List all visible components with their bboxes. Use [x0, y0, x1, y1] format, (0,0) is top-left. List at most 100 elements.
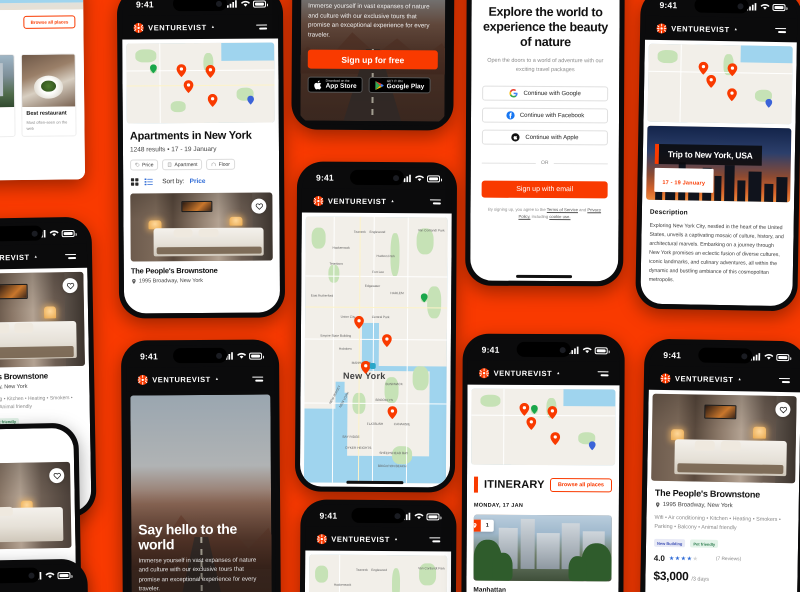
- menu-button[interactable]: [429, 198, 441, 204]
- map-pin[interactable]: [698, 61, 709, 75]
- filter-chip-price[interactable]: Price: [130, 159, 159, 171]
- trip-map[interactable]: [647, 43, 793, 125]
- map-poi-marker[interactable]: [370, 363, 377, 370]
- brand-logo[interactable]: VENTUREVIST ▴: [316, 533, 397, 545]
- map-pin[interactable]: [706, 74, 717, 88]
- listing-photo[interactable]: [0, 271, 85, 369]
- itinerary-heading: ITINERARY: [483, 478, 545, 492]
- sort-value[interactable]: Price: [190, 178, 206, 185]
- map-pin[interactable]: [726, 88, 737, 102]
- continue-with-apple-button[interactable]: Continue with Apple: [481, 129, 608, 146]
- itinerary-stop-photo[interactable]: 1: [473, 514, 612, 582]
- brand-logo[interactable]: VENTUREVIST ▴: [479, 367, 560, 378]
- map-pin-poi[interactable]: [247, 96, 255, 106]
- menu-button[interactable]: [597, 370, 609, 376]
- legal-mid: and: [577, 207, 588, 213]
- map-label: BAY RIDGE: [342, 434, 360, 439]
- map-pin[interactable]: [183, 79, 194, 93]
- listing-photo[interactable]: [0, 461, 72, 551]
- venturevist-logo-icon: [656, 22, 667, 34]
- camera-notch: [0, 225, 43, 242]
- listing-photo[interactable]: [130, 192, 273, 262]
- list-view-icon[interactable]: [144, 177, 153, 186]
- menu-button[interactable]: [429, 536, 441, 542]
- map-pin[interactable]: [547, 406, 557, 420]
- camera-notch: [351, 507, 406, 524]
- map-pin[interactable]: [205, 65, 216, 79]
- brand-logo[interactable]: VENTUREVIST ▴: [313, 195, 394, 207]
- map-pin[interactable]: [354, 315, 364, 329]
- filter-chip-floor[interactable]: Floor: [206, 158, 236, 170]
- listing-photo[interactable]: [651, 393, 797, 484]
- brand-logo[interactable]: VENTUREVIST ▴: [660, 372, 741, 384]
- map-pin-park[interactable]: [420, 293, 429, 303]
- terms-link[interactable]: Terms of Service: [547, 207, 578, 212]
- map-label: BROOKLYN: [375, 397, 393, 402]
- itinerary-body: ITINERARY Browse all places MONDAY, 17 J…: [466, 384, 620, 592]
- menu-button[interactable]: [775, 27, 787, 33]
- map-pin-park[interactable]: [531, 405, 539, 415]
- map-pin-icon: [698, 61, 709, 75]
- map-pin[interactable]: [382, 334, 393, 348]
- itinerary-stop-title: Manhattan: [473, 586, 506, 592]
- signup-with-email-button[interactable]: Sign up with email: [481, 180, 608, 199]
- apple-icon: [511, 133, 521, 142]
- brand-logo[interactable]: VENTUREVIST ▴: [0, 251, 37, 263]
- map-label: Van Cortlandt Park: [417, 227, 445, 233]
- brand-logo[interactable]: VENTUREVIST ▴: [656, 22, 737, 34]
- place-card-title: for Lviv: [0, 111, 10, 117]
- map-pin[interactable]: [727, 63, 737, 77]
- cookie-link[interactable]: cookie use.: [549, 214, 570, 219]
- battery-icon: [776, 353, 790, 361]
- map-pin-poi[interactable]: [765, 99, 773, 109]
- google-play-button[interactable]: GET IT ON Google Play: [368, 77, 431, 94]
- menu-button[interactable]: [778, 377, 790, 383]
- map-label: BUSHWICK: [385, 381, 403, 387]
- battery-icon: [426, 512, 440, 520]
- signup-free-button[interactable]: Sign up for free: [307, 49, 438, 70]
- brand-logo[interactable]: VENTUREVIST ▴: [133, 21, 214, 33]
- floor-icon: [212, 162, 216, 167]
- map-pin[interactable]: [207, 93, 218, 107]
- place-card[interactable]: for Lviv seen on: [0, 54, 16, 138]
- app-store-button[interactable]: Download on the App Store: [307, 76, 363, 94]
- map-label: Englewood: [369, 230, 386, 235]
- sort-label: Sort by:: [162, 178, 185, 186]
- map-label: Hoboken: [338, 347, 352, 352]
- map-pin-icon: [176, 63, 187, 77]
- map-pin[interactable]: [549, 432, 560, 446]
- app-navbar: VENTUREVIST ▴: [644, 15, 798, 43]
- place-card[interactable]: Best restaurant Most often-seen on the w…: [20, 53, 77, 137]
- filter-chip-apartment[interactable]: Apartment: [162, 158, 203, 171]
- continue-with-facebook-button[interactable]: Continue with Facebook: [481, 107, 609, 124]
- page-title: Apartments in New York: [129, 129, 252, 143]
- trip-description: Exploring New York City, nestled in the …: [648, 222, 784, 283]
- brand-trademark: ▴: [215, 375, 219, 381]
- listing-detail-body: The People's Brownstone 1995 Broadway, N…: [644, 389, 800, 592]
- map-pin-park[interactable]: [149, 64, 157, 74]
- fullscreen-map[interactable]: Teaneck Englewood Hackensack Hudson Park…: [308, 554, 448, 592]
- fullscreen-map[interactable]: Teaneck Englewood Hackensack Hudson Park…: [303, 216, 448, 484]
- legal-prefix: By signing up, you agree to the: [487, 206, 547, 213]
- map-pin[interactable]: [526, 416, 537, 430]
- browse-all-places-button[interactable]: Browse all places: [549, 478, 613, 493]
- map-pin[interactable]: [176, 63, 187, 77]
- brand-logo[interactable]: VENTUREVIST ▴: [137, 373, 218, 385]
- browse-all-places-button[interactable]: Browse all places: [23, 15, 76, 29]
- map-pin-poi[interactable]: [588, 441, 596, 451]
- results-map[interactable]: [126, 42, 275, 124]
- map-pin[interactable]: [519, 403, 530, 417]
- menu-button[interactable]: [252, 376, 264, 382]
- app-navbar: VENTUREVIST ▴: [126, 366, 275, 392]
- menu-button[interactable]: [256, 24, 268, 30]
- battery-icon: [772, 3, 786, 11]
- grid-view-icon[interactable]: [130, 177, 139, 186]
- continue-with-google-button[interactable]: Continue with Google: [482, 85, 609, 102]
- camera-notch: [349, 169, 405, 186]
- poster-canvas: E Browse all places places: [0, 0, 800, 592]
- itinerary-map[interactable]: [471, 388, 616, 466]
- favorite-button[interactable]: [251, 198, 267, 214]
- menu-button[interactable]: [65, 253, 77, 259]
- map-pin[interactable]: [387, 406, 398, 420]
- place-card-desc: Most often-seen on the web: [26, 119, 68, 131]
